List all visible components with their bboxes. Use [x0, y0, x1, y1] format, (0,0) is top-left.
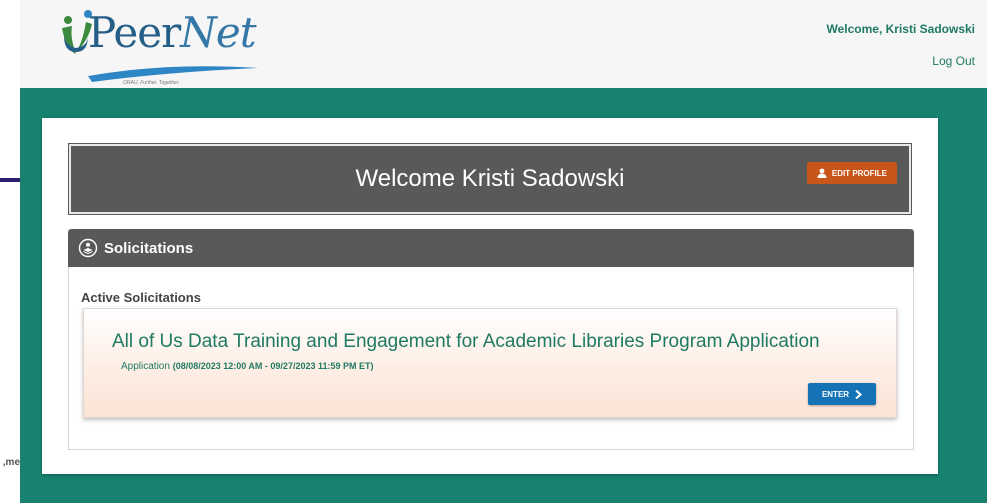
- welcome-title: Welcome Kristi Sadowski: [355, 165, 625, 192]
- background-cut-text: me,: [2, 457, 20, 468]
- person-icon: [817, 168, 827, 178]
- active-solicitations-label: Active Solicitations: [81, 290, 201, 305]
- main-content-area: Welcome Kristi Sadowski EDIT PROFILE Sol…: [20, 88, 987, 503]
- globe-stack-icon: [78, 238, 98, 258]
- edit-profile-label: EDIT PROFILE: [831, 168, 887, 178]
- background-window-edge: me,: [0, 0, 40, 503]
- solicitations-header: Solicitations: [68, 229, 914, 267]
- logo-accent-text: Net: [180, 8, 256, 57]
- solicitation-type: Application: [121, 361, 170, 372]
- peernet-logo[interactable]: PeerNet ORAU. Further. Together.: [48, 6, 268, 86]
- enter-button[interactable]: ENTER: [808, 383, 876, 405]
- welcome-banner: Welcome Kristi Sadowski EDIT PROFILE: [68, 143, 912, 215]
- solicitation-subtitle: Application (08/08/2023 12:00 AM - 09/27…: [121, 361, 374, 372]
- dashboard-card: Welcome Kristi Sadowski EDIT PROFILE Sol…: [42, 118, 938, 474]
- logo-main-text: Peer: [88, 8, 181, 57]
- logo-wordmark: PeerNet: [88, 8, 257, 57]
- edit-profile-button[interactable]: EDIT PROFILE: [806, 162, 897, 184]
- chevron-right-icon: [855, 389, 863, 399]
- enter-label: ENTER: [821, 389, 850, 399]
- solicitations-panel: Solicitations Active Solicitations All o…: [68, 229, 914, 450]
- app-window: PeerNet ORAU. Further. Together. Welcome…: [20, 0, 987, 503]
- solicitations-title: Solicitations: [104, 240, 194, 257]
- solicitation-item[interactable]: All of Us Data Training and Engagement f…: [83, 308, 897, 418]
- solicitation-title: All of Us Data Training and Engagement f…: [112, 331, 820, 352]
- welcome-user-text: Welcome, Kristi Sadowski: [826, 22, 976, 36]
- logo-tagline: ORAU. Further. Together.: [123, 80, 180, 86]
- top-header: PeerNet ORAU. Further. Together. Welcome…: [20, 0, 987, 88]
- solicitation-dates: (08/08/2023 12:00 AM - 09/27/2023 11:59 …: [172, 361, 374, 371]
- logout-link[interactable]: Log Out: [932, 54, 975, 68]
